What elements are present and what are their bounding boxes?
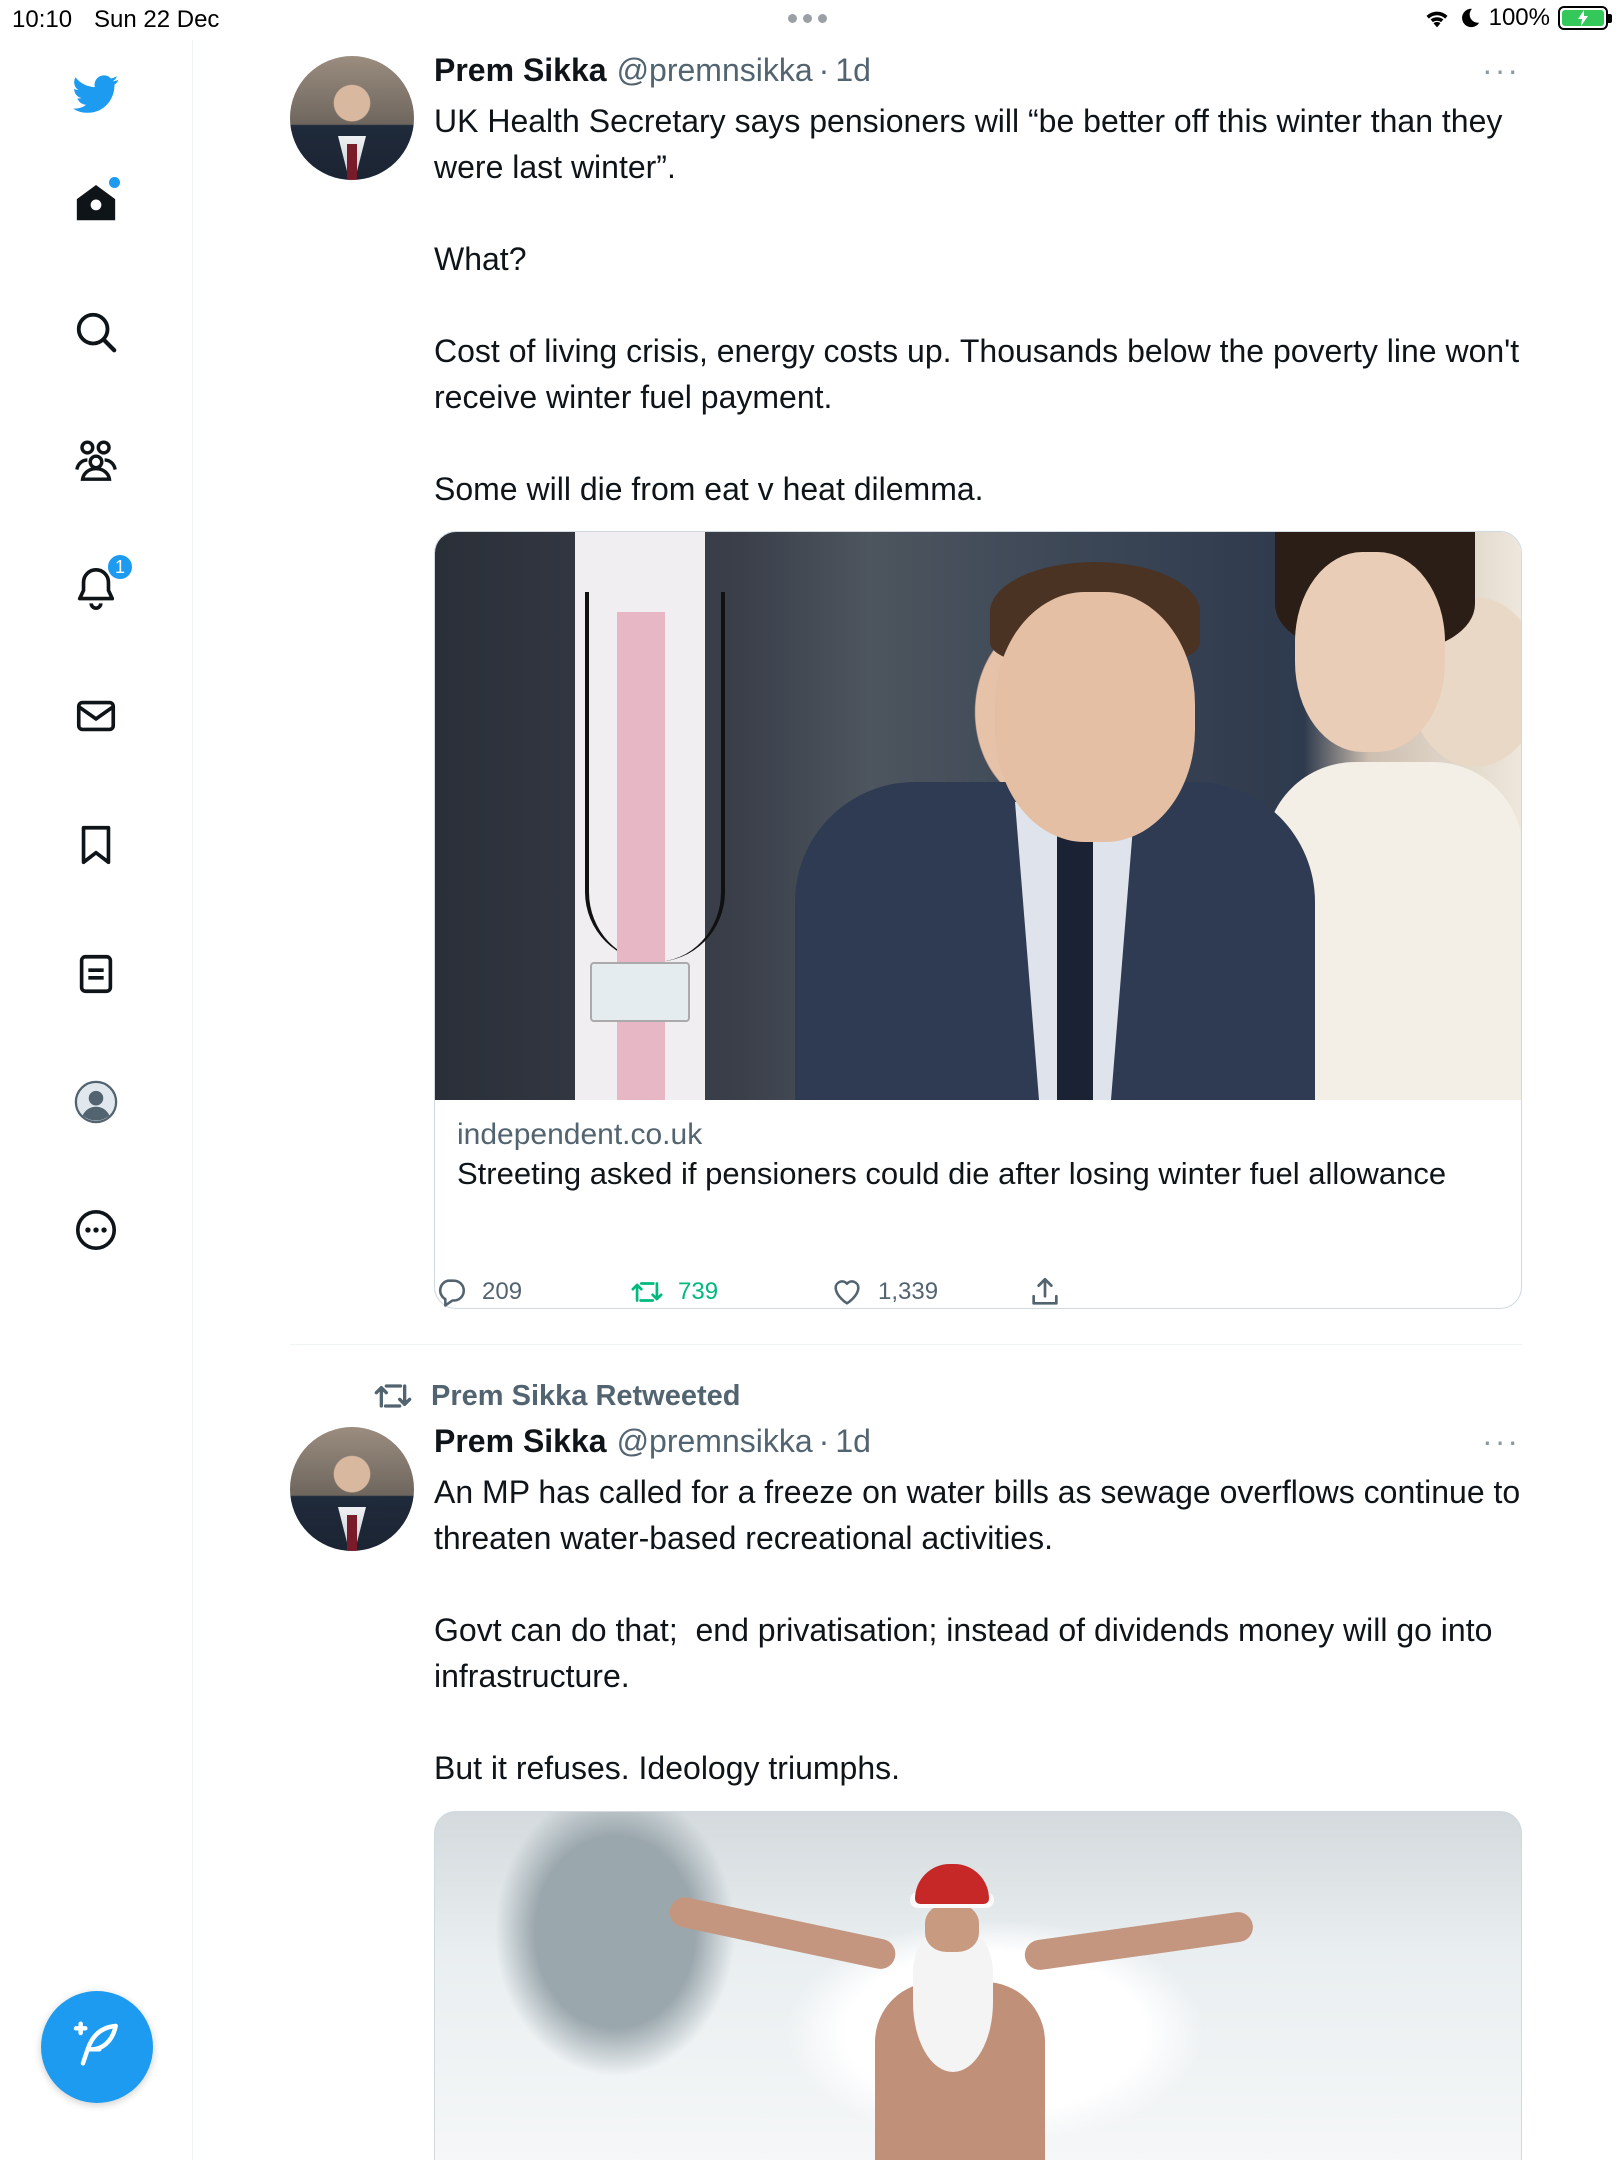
like-count: 1,339 xyxy=(878,1278,939,1305)
wifi-icon xyxy=(1426,11,1448,28)
tweet[interactable]: Prem Sikka @premnsikka · 1d ··· UK Healt… xyxy=(290,52,1522,1342)
tweet-time[interactable]: 1d xyxy=(835,1423,871,1460)
author-handle[interactable]: @premnsikka xyxy=(617,1423,813,1460)
envelope-icon xyxy=(76,700,116,732)
separator-dot: · xyxy=(818,52,830,88)
author-handle[interactable]: @premnsikka xyxy=(617,52,813,89)
list-icon xyxy=(79,954,113,994)
status-date: Sun 22 Dec xyxy=(94,6,220,33)
tweet-header: Prem Sikka @premnsikka · 1d xyxy=(434,52,1522,92)
tweet-text: An MP has called for a freeze on water b… xyxy=(434,1474,1521,1786)
multitasking-dots[interactable] xyxy=(788,14,827,23)
sidebar-item-more[interactable] xyxy=(66,1200,126,1260)
status-icons: 100% xyxy=(1423,4,1612,32)
battery-icon xyxy=(1558,6,1612,30)
notifications-badge: 1 xyxy=(106,553,134,581)
sidebar-nav: 1 xyxy=(0,40,193,2160)
compose-tweet-button[interactable] xyxy=(41,1991,153,2103)
retweeted-by-text: Prem Sikka Retweeted xyxy=(431,1379,741,1412)
link-card-title: Streeting asked if pensioners could die … xyxy=(457,1156,1447,1191)
tweet-header: Prem Sikka @premnsikka · 1d xyxy=(434,1423,1522,1463)
tweet-text: UK Health Secretary says pensioners will… xyxy=(434,103,1520,507)
retweeted-label[interactable]: Prem Sikka Retweeted xyxy=(373,1376,740,1416)
search-icon xyxy=(76,312,117,353)
profile-avatar-icon xyxy=(74,1080,118,1124)
tweet-actions: 209 739 1,339 xyxy=(434,1275,1134,1315)
author-name[interactable]: Prem Sikka xyxy=(434,52,607,89)
reply-icon xyxy=(438,1279,466,1307)
like-button[interactable]: 1,339 xyxy=(830,1275,938,1309)
more-circle-icon xyxy=(75,1209,117,1251)
bookmark-icon xyxy=(81,825,111,865)
battery-percent: 100% xyxy=(1488,4,1550,31)
sidebar-item-profile[interactable] xyxy=(66,1072,126,1132)
link-card-image xyxy=(435,532,1521,1100)
home-unread-dot xyxy=(109,177,120,188)
retweet-icon xyxy=(631,1282,663,1302)
separator-dot: · xyxy=(818,1423,830,1459)
tweet-media-image[interactable] xyxy=(434,1811,1522,2160)
share-icon xyxy=(1032,1277,1058,1305)
share-button[interactable] xyxy=(1028,1275,1062,1309)
tweet-more-icon[interactable]: ··· xyxy=(1482,1423,1520,1460)
heart-icon xyxy=(834,1280,860,1305)
avatar[interactable] xyxy=(290,1427,414,1551)
communities-icon xyxy=(75,440,117,481)
sidebar-item-communities[interactable] xyxy=(66,430,126,490)
status-bar: 10:10 Sun 22 Dec 100% xyxy=(0,0,1620,40)
twitter-logo-icon[interactable] xyxy=(66,64,126,124)
tweet-divider xyxy=(290,1344,1522,1345)
retweet-count: 739 xyxy=(678,1278,719,1305)
compose-feather-icon xyxy=(73,2021,118,2066)
sidebar-item-explore[interactable] xyxy=(66,302,126,362)
sidebar-item-notifications[interactable]: 1 xyxy=(66,553,134,619)
reply-count: 209 xyxy=(482,1278,523,1305)
reply-button[interactable]: 209 xyxy=(434,1275,522,1309)
link-card-domain: independent.co.uk xyxy=(457,1118,703,1151)
sidebar-item-home[interactable] xyxy=(66,173,126,233)
sidebar-item-messages[interactable] xyxy=(66,686,126,746)
avatar[interactable] xyxy=(290,56,414,180)
status-time: 10:10 xyxy=(12,6,73,33)
moon-icon xyxy=(1461,8,1479,28)
retweet-button[interactable]: 739 xyxy=(630,1275,718,1309)
sidebar-item-bookmarks[interactable] xyxy=(66,815,126,875)
author-name[interactable]: Prem Sikka xyxy=(434,1423,607,1460)
sidebar-item-lists[interactable] xyxy=(66,944,126,1004)
retweet-icon xyxy=(374,1384,412,1408)
tweet-time[interactable]: 1d xyxy=(835,52,871,89)
tweet-more-icon[interactable]: ··· xyxy=(1482,52,1520,89)
link-card[interactable]: independent.co.uk Streeting asked if pen… xyxy=(434,531,1522,1309)
